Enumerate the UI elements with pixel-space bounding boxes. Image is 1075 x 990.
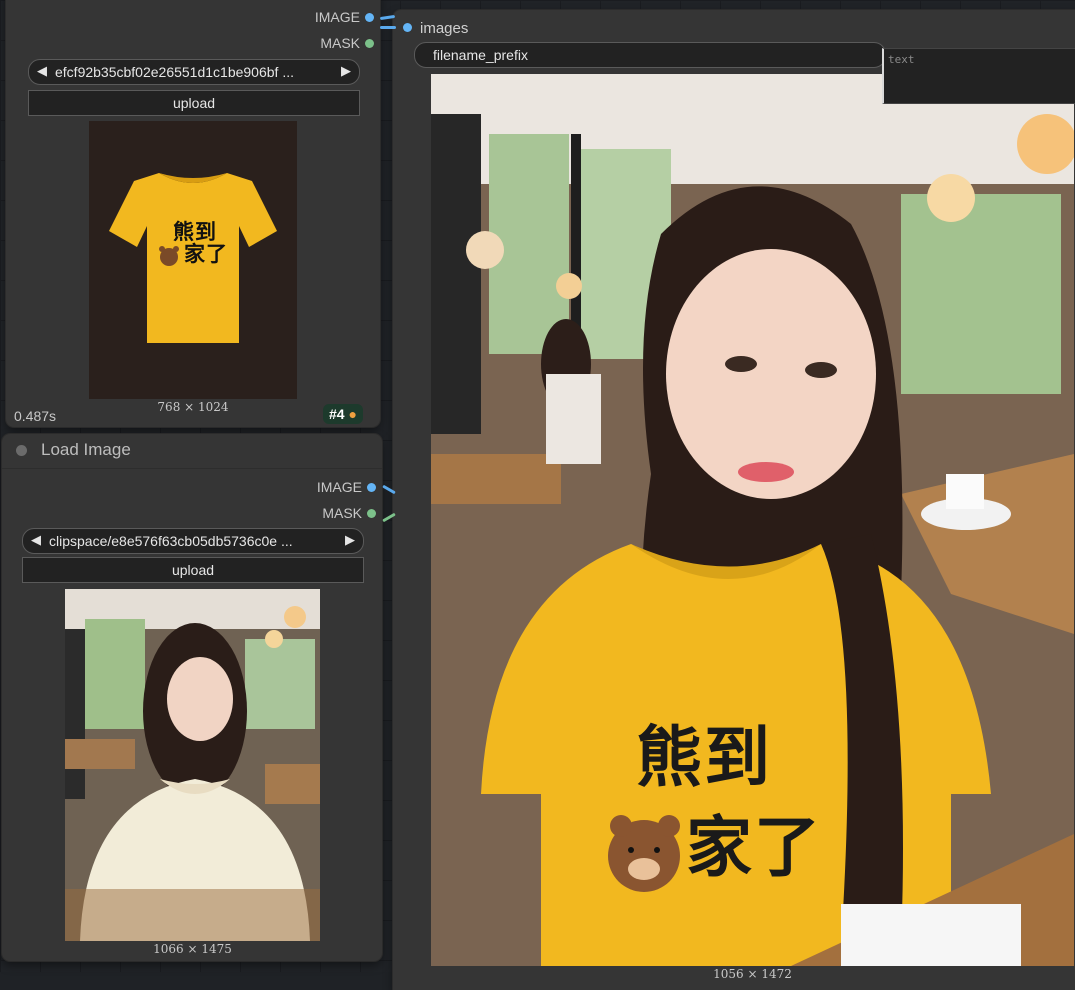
arrow-right-icon[interactable]: ▶ [341, 63, 351, 79]
upload-button[interactable]: upload [22, 557, 364, 583]
shirt-text-line-2: 家了 [184, 243, 228, 266]
output-image-preview: 熊到 家了 [431, 74, 1074, 966]
execution-time: 0.487s [14, 408, 57, 424]
image-select-combo[interactable]: ◀ clipspace/e8e576f63cb05db5736c0e ... ▶ [22, 528, 364, 554]
load-image-node[interactable]: Load Image IMAGE MASK ◀ clipspace/e8e576… [2, 434, 382, 961]
output-slot-label: IMAGE [316, 479, 362, 495]
text-input-widget[interactable]: text [882, 48, 1075, 104]
arrow-left-icon[interactable]: ◀ [31, 532, 41, 548]
input-slot-label: images [420, 20, 469, 37]
upload-button[interactable]: upload [28, 90, 360, 116]
output-slot-image[interactable]: IMAGE [2, 479, 382, 497]
shirt-text-line-2: 家了 [686, 810, 822, 884]
fox-icon: ● [348, 406, 357, 422]
node-collapse-dot[interactable] [16, 445, 27, 456]
arrow-left-icon[interactable]: ◀ [37, 63, 47, 79]
output-slot-mask[interactable]: MASK [2, 505, 382, 523]
title-divider [2, 468, 382, 469]
filename-prefix-field[interactable]: filename_prefix [414, 42, 886, 68]
save-image-node[interactable]: images filename_prefix 熊到 家了 1056 × 1472 [393, 10, 1075, 990]
output-slot-label: IMAGE [314, 9, 360, 25]
image-select-value: clipspace/e8e576f63cb05db5736c0e ... [49, 533, 293, 549]
text-input-placeholder: text [888, 53, 915, 66]
image-select-value: efcf92b35cbf02e26551d1c1be906bf ... [55, 64, 294, 80]
arrow-right-icon[interactable]: ▶ [345, 532, 355, 548]
image-link-wire[interactable] [380, 26, 396, 29]
filename-prefix-label: filename_prefix [433, 47, 528, 63]
image-preview: 熊到 家了 [89, 121, 297, 399]
image-dimensions: 1056 × 1472 [713, 967, 792, 981]
node-id-text: #4 [329, 406, 345, 422]
image-slot-dot[interactable] [365, 13, 374, 22]
output-slot-label: MASK [322, 505, 362, 521]
image-loader-node-top[interactable]: IMAGE MASK ◀ efcf92b35cbf02e26551d1c1be9… [6, 0, 380, 427]
image-preview [65, 589, 320, 941]
node-title[interactable]: Load Image [41, 440, 131, 460]
shirt-text-line-1: 熊到 [636, 720, 772, 794]
mask-slot-dot[interactable] [365, 39, 374, 48]
mask-slot-dot[interactable] [367, 509, 376, 518]
image-dimensions: 768 × 1024 [157, 400, 229, 414]
image-dimensions: 1066 × 1475 [153, 942, 232, 956]
output-slot-label: MASK [320, 35, 360, 51]
cafe-photo [65, 589, 320, 941]
image-slot-dot[interactable] [367, 483, 376, 492]
output-slot-mask[interactable]: MASK [6, 35, 380, 53]
input-slot-dot[interactable] [403, 23, 412, 32]
image-select-combo[interactable]: ◀ efcf92b35cbf02e26551d1c1be906bf ... ▶ [28, 59, 360, 85]
output-slot-image[interactable]: IMAGE [6, 9, 380, 27]
node-id-badge: #4 ● [323, 404, 363, 424]
